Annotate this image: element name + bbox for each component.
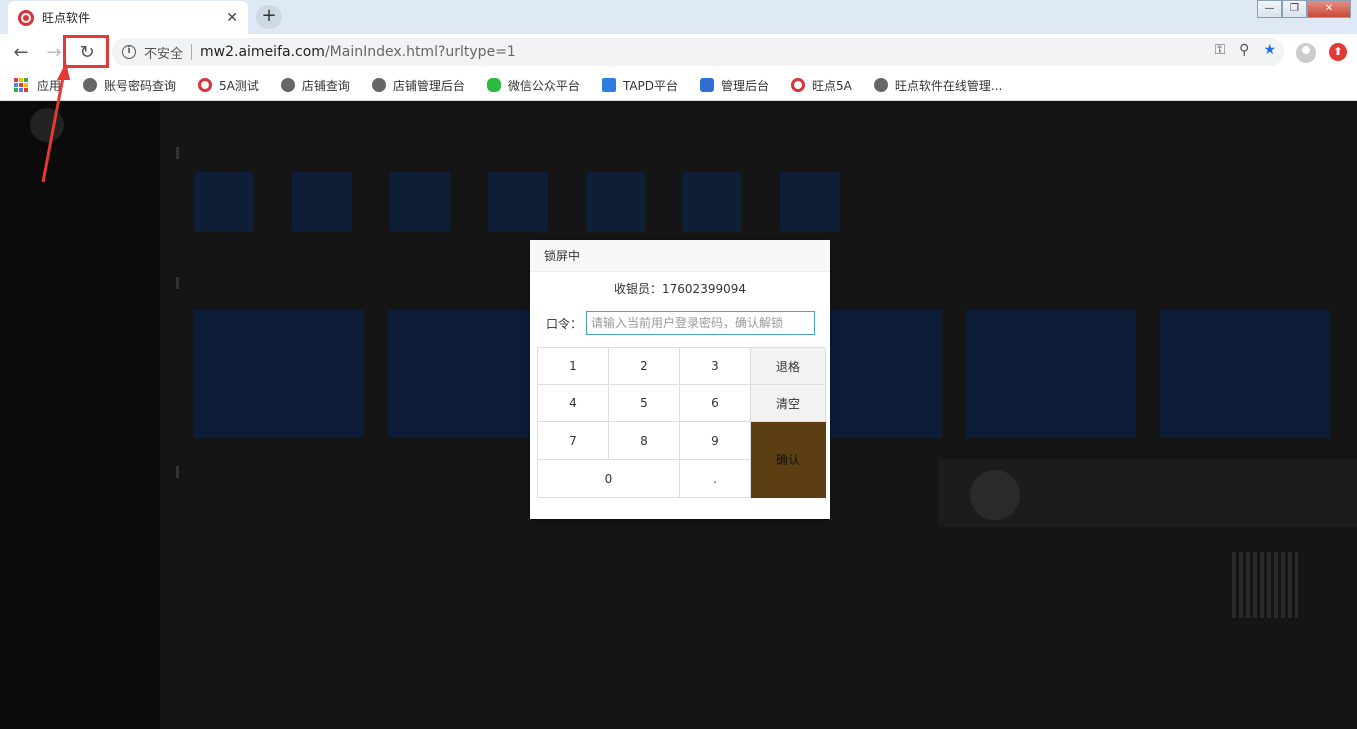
shortcut-tile	[488, 172, 548, 232]
key-6[interactable]: 6	[680, 385, 751, 422]
globe-icon	[83, 78, 98, 92]
bookmark-admin[interactable]: 管理后台	[700, 77, 769, 94]
info-icon[interactable]: i	[122, 45, 136, 59]
url-host: mw2.aimeifa.com	[200, 44, 325, 60]
wangdian-icon	[791, 78, 806, 92]
shortcut-tile	[780, 172, 840, 232]
confirm-button[interactable]: 确认	[751, 422, 826, 498]
key-2[interactable]: 2	[609, 348, 680, 385]
key-0[interactable]: 0	[538, 460, 680, 498]
bookmark-label: 旺点5A	[812, 78, 852, 93]
cashier-label: 收银员：	[614, 282, 663, 296]
omnibox-actions: ⚿ ⚲ ★	[1215, 42, 1276, 58]
restore-button[interactable]: ❐	[1282, 0, 1307, 18]
address-bar[interactable]: i 不安全 mw2.aimeifa.com /MainIndex.html?ur…	[112, 38, 1284, 66]
key-3[interactable]: 3	[680, 348, 751, 385]
bookmark-label: 旺点软件在线管理...	[894, 78, 1003, 93]
admin-icon	[700, 78, 715, 92]
tapd-icon	[601, 78, 616, 92]
lock-screen-dialog: 锁屏中 收银员：17602399094 口令： 1 2 3 退格 4 5 6 清…	[530, 240, 830, 519]
key-4[interactable]: 4	[538, 385, 609, 422]
password-row: 口令：	[546, 311, 816, 335]
globe-icon	[873, 78, 888, 92]
reload-highlight-box	[63, 35, 109, 68]
sidebar	[0, 102, 160, 729]
clear-button[interactable]: 清空	[751, 385, 826, 422]
key-1[interactable]: 1	[538, 348, 609, 385]
password-input[interactable]	[586, 311, 816, 335]
key-9[interactable]: 9	[680, 422, 751, 460]
bookmark-label: 账号密码查询	[104, 78, 177, 93]
key-8[interactable]: 8	[609, 422, 680, 460]
new-tab-button[interactable]: +	[256, 5, 282, 29]
update-icon[interactable]: ⬆	[1329, 43, 1347, 61]
numeric-keypad: 1 2 3 退格 4 5 6 清空 7 8 9 确认 0 .	[537, 347, 826, 498]
bookmark-wechat[interactable]: 微信公众平台	[486, 77, 580, 94]
zoom-icon[interactable]: ⚲	[1239, 42, 1249, 58]
browser-tab[interactable]: 旺点软件 ✕	[8, 1, 248, 34]
section-marker	[176, 147, 179, 159]
bookmark-tapd[interactable]: TAPD平台	[601, 77, 679, 94]
bookmark-label: 5A测试	[219, 78, 259, 93]
bookmark-wangdian-online[interactable]: 旺点软件在线管理...	[873, 77, 1003, 94]
qr-code-image	[1232, 552, 1298, 618]
close-tab-icon[interactable]: ✕	[226, 10, 238, 26]
security-label: 不安全	[144, 46, 184, 62]
shortcut-tile	[586, 172, 646, 232]
key-7[interactable]: 7	[538, 422, 609, 460]
key-5[interactable]: 5	[609, 385, 680, 422]
wechat-icon	[486, 78, 501, 92]
globe-icon	[371, 78, 386, 92]
window-close-button[interactable]: ✕	[1307, 0, 1351, 18]
bookmark-5a-test[interactable]: 5A测试	[198, 77, 259, 94]
dialog-title: 锁屏中	[530, 240, 830, 272]
section-marker	[176, 277, 179, 289]
shortcut-tile	[682, 172, 742, 232]
window-controls: — ❐ ✕	[1257, 0, 1351, 18]
backspace-button[interactable]: 退格	[751, 348, 826, 385]
bookmarks-bar: 应用 账号密码查询 5A测试 店铺查询 店铺管理后台 微信公众平台 TAPD平台…	[0, 70, 1357, 101]
bookmark-store-query[interactable]: 店铺查询	[280, 77, 350, 94]
shortcut-tile	[390, 172, 450, 232]
bookmark-label: 管理后台	[721, 78, 770, 93]
shortcut-tile	[292, 172, 352, 232]
cashier-info: 收银员：17602399094	[530, 280, 830, 297]
key-icon[interactable]: ⚿	[1215, 42, 1226, 58]
bookmark-wangdian-5a[interactable]: 旺点5A	[791, 77, 852, 94]
avatar	[30, 108, 64, 142]
minimize-button[interactable]: —	[1257, 0, 1282, 18]
bookmark-label: 应用	[37, 78, 62, 93]
shortcut-tile	[194, 172, 254, 232]
key-dot[interactable]: .	[680, 460, 751, 498]
avatar	[970, 470, 1020, 520]
star-icon[interactable]: ★	[1263, 42, 1276, 58]
bookmark-label: 微信公众平台	[507, 78, 580, 93]
divider	[191, 44, 193, 60]
stat-card	[1160, 310, 1330, 438]
wangdian-icon	[198, 78, 213, 92]
tab-strip: 旺点软件 ✕ + — ❐ ✕	[0, 0, 1357, 34]
bookmark-label: 店铺管理后台	[392, 78, 465, 93]
wangdian-favicon-icon	[18, 9, 34, 26]
tab-title: 旺点软件	[42, 11, 91, 25]
cashier-value: 17602399094	[662, 282, 746, 296]
bookmark-label: TAPD平台	[622, 78, 679, 93]
section-marker	[176, 466, 179, 478]
apps-icon	[14, 78, 28, 92]
profile-icon[interactable]	[1296, 43, 1316, 63]
bookmark-apps[interactable]: 应用	[14, 77, 61, 94]
stat-card	[966, 310, 1136, 438]
browser-toolbar: ← → ↻ i 不安全 mw2.aimeifa.com /MainIndex.h…	[0, 34, 1357, 70]
bookmark-account-query[interactable]: 账号密码查询	[83, 77, 176, 94]
stat-card	[194, 310, 364, 438]
globe-icon	[280, 78, 295, 92]
url-path: /MainIndex.html?urltype=1	[324, 44, 516, 60]
bookmark-store-admin[interactable]: 店铺管理后台	[371, 77, 465, 94]
password-label: 口令：	[546, 316, 583, 331]
back-button[interactable]: ←	[6, 37, 36, 67]
bookmark-label: 店铺查询	[301, 78, 350, 93]
